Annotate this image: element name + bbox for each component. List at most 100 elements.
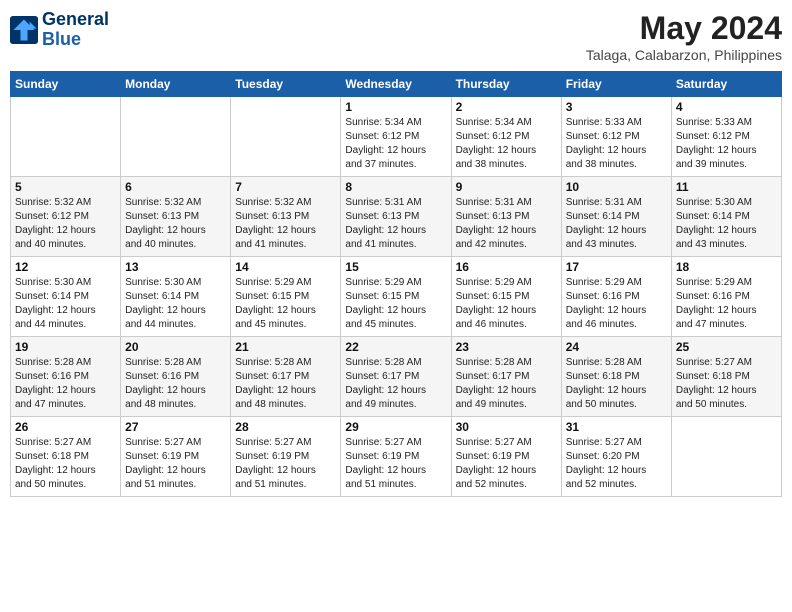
day-info: Sunrise: 5:28 AM Sunset: 6:17 PM Dayligh… [235,356,336,412]
day-info: Sunrise: 5:34 AM Sunset: 6:12 PM Dayligh… [456,116,557,172]
day-number: 29 [345,420,446,434]
calendar-cell: 9 Sunrise: 5:31 AM Sunset: 6:13 PM Daylig… [451,177,561,257]
day-number: 28 [235,420,336,434]
calendar-cell: 15Sunrise: 5:29 AM Sunset: 6:15 PM Dayli… [341,257,451,337]
day-info: Sunrise: 5:31 AM Sunset: 6:13 PM Dayligh… [456,196,557,252]
day-number: 13 [125,260,226,274]
calendar-cell [231,97,341,177]
weekday-header: Wednesday [341,72,451,97]
weekday-header: Tuesday [231,72,341,97]
calendar-subtitle: Talaga, Calabarzon, Philippines [586,47,782,63]
day-info: Sunrise: 5:30 AM Sunset: 6:14 PM Dayligh… [676,196,777,252]
day-info: Sunrise: 5:30 AM Sunset: 6:14 PM Dayligh… [125,276,226,332]
calendar-cell: 5 Sunrise: 5:32 AM Sunset: 6:12 PM Daylig… [11,177,121,257]
calendar-week-row: 12 Sunrise: 5:30 AM Sunset: 6:14 PM Dayli… [11,257,782,337]
weekday-header: Sunday [11,72,121,97]
day-number: 8 [345,180,446,194]
day-number: 14 [235,260,336,274]
day-info: Sunrise: 5:28 AM Sunset: 6:17 PM Dayligh… [456,356,557,412]
day-info: Sunrise: 5:32 AM Sunset: 6:12 PM Dayligh… [15,196,116,252]
day-info: Sunrise: 5:29 AM Sunset: 6:15 PM Dayligh… [456,276,557,332]
calendar-cell: 16 Sunrise: 5:29 AM Sunset: 6:15 PM Dayli… [451,257,561,337]
day-info: Sunrise: 5:29 AM Sunset: 6:15 PM Dayligh… [235,276,336,332]
day-info: Sunrise: 5:27 AM Sunset: 6:18 PM Dayligh… [676,356,777,412]
day-number: 26 [15,420,116,434]
weekday-header: Saturday [671,72,781,97]
calendar-cell: 17Sunrise: 5:29 AM Sunset: 6:16 PM Dayli… [561,257,671,337]
logo-icon [10,16,38,44]
day-info: Sunrise: 5:28 AM Sunset: 6:16 PM Dayligh… [15,356,116,412]
title-area: May 2024 Talaga, Calabarzon, Philippines [586,10,782,63]
day-number: 19 [15,340,116,354]
day-number: 11 [676,180,777,194]
day-info: Sunrise: 5:33 AM Sunset: 6:12 PM Dayligh… [566,116,667,172]
calendar-title: May 2024 [586,10,782,47]
calendar-cell: 28 Sunrise: 5:27 AM Sunset: 6:19 PM Dayli… [231,417,341,497]
calendar-week-row: 5 Sunrise: 5:32 AM Sunset: 6:12 PM Daylig… [11,177,782,257]
calendar-cell: 22Sunrise: 5:28 AM Sunset: 6:17 PM Dayli… [341,337,451,417]
calendar-cell: 30 Sunrise: 5:27 AM Sunset: 6:19 PM Dayli… [451,417,561,497]
day-info: Sunrise: 5:33 AM Sunset: 6:12 PM Dayligh… [676,116,777,172]
calendar-cell: 13 Sunrise: 5:30 AM Sunset: 6:14 PM Dayli… [121,257,231,337]
day-info: Sunrise: 5:28 AM Sunset: 6:18 PM Dayligh… [566,356,667,412]
calendar-header: SundayMondayTuesdayWednesdayThursdayFrid… [11,72,782,97]
weekday-header: Friday [561,72,671,97]
day-info: Sunrise: 5:28 AM Sunset: 6:16 PM Dayligh… [125,356,226,412]
day-info: Sunrise: 5:31 AM Sunset: 6:14 PM Dayligh… [566,196,667,252]
calendar-cell: 26 Sunrise: 5:27 AM Sunset: 6:18 PM Dayli… [11,417,121,497]
day-info: Sunrise: 5:27 AM Sunset: 6:20 PM Dayligh… [566,436,667,492]
calendar-cell: 10 Sunrise: 5:31 AM Sunset: 6:14 PM Dayli… [561,177,671,257]
day-number: 2 [456,100,557,114]
calendar-table: SundayMondayTuesdayWednesdayThursdayFrid… [10,71,782,497]
day-number: 15 [345,260,446,274]
day-number: 30 [456,420,557,434]
day-info: Sunrise: 5:27 AM Sunset: 6:19 PM Dayligh… [235,436,336,492]
calendar-cell: 20 Sunrise: 5:28 AM Sunset: 6:16 PM Dayli… [121,337,231,417]
day-number: 16 [456,260,557,274]
calendar-cell: 19 Sunrise: 5:28 AM Sunset: 6:16 PM Dayli… [11,337,121,417]
calendar-cell: 3 Sunrise: 5:33 AM Sunset: 6:12 PM Daylig… [561,97,671,177]
calendar-week-row: 26 Sunrise: 5:27 AM Sunset: 6:18 PM Dayli… [11,417,782,497]
day-number: 24 [566,340,667,354]
calendar-cell: 2 Sunrise: 5:34 AM Sunset: 6:12 PM Daylig… [451,97,561,177]
day-info: Sunrise: 5:32 AM Sunset: 6:13 PM Dayligh… [235,196,336,252]
calendar-cell [671,417,781,497]
weekday-header: Thursday [451,72,561,97]
calendar-cell: 4 Sunrise: 5:33 AM Sunset: 6:12 PM Daylig… [671,97,781,177]
day-number: 4 [676,100,777,114]
day-number: 10 [566,180,667,194]
day-info: Sunrise: 5:27 AM Sunset: 6:19 PM Dayligh… [456,436,557,492]
calendar-cell: 11 Sunrise: 5:30 AM Sunset: 6:14 PM Dayli… [671,177,781,257]
calendar-cell [11,97,121,177]
page-header: General Blue May 2024 Talaga, Calabarzon… [10,10,782,63]
calendar-cell [121,97,231,177]
calendar-cell: 18Sunrise: 5:29 AM Sunset: 6:16 PM Dayli… [671,257,781,337]
day-number: 20 [125,340,226,354]
logo: General Blue [10,10,109,50]
calendar-cell: 24 Sunrise: 5:28 AM Sunset: 6:18 PM Dayli… [561,337,671,417]
day-info: Sunrise: 5:29 AM Sunset: 6:16 PM Dayligh… [566,276,667,332]
calendar-cell: 12Sunrise: 5:30 AM Sunset: 6:14 PM Dayli… [11,257,121,337]
day-info: Sunrise: 5:28 AM Sunset: 6:17 PM Dayligh… [345,356,446,412]
calendar-cell: 8Sunrise: 5:31 AM Sunset: 6:13 PM Daylig… [341,177,451,257]
day-number: 9 [456,180,557,194]
calendar-cell: 25Sunrise: 5:27 AM Sunset: 6:18 PM Dayli… [671,337,781,417]
calendar-cell: 7 Sunrise: 5:32 AM Sunset: 6:13 PM Daylig… [231,177,341,257]
day-number: 31 [566,420,667,434]
day-number: 5 [15,180,116,194]
weekday-header: Monday [121,72,231,97]
day-number: 6 [125,180,226,194]
day-number: 3 [566,100,667,114]
calendar-cell: 21Sunrise: 5:28 AM Sunset: 6:17 PM Dayli… [231,337,341,417]
day-number: 23 [456,340,557,354]
calendar-cell: 1Sunrise: 5:34 AM Sunset: 6:12 PM Daylig… [341,97,451,177]
calendar-week-row: 19 Sunrise: 5:28 AM Sunset: 6:16 PM Dayli… [11,337,782,417]
calendar-cell: 23 Sunrise: 5:28 AM Sunset: 6:17 PM Dayli… [451,337,561,417]
day-number: 7 [235,180,336,194]
day-number: 12 [15,260,116,274]
day-info: Sunrise: 5:27 AM Sunset: 6:19 PM Dayligh… [345,436,446,492]
day-number: 1 [345,100,446,114]
calendar-cell: 31 Sunrise: 5:27 AM Sunset: 6:20 PM Dayli… [561,417,671,497]
day-info: Sunrise: 5:27 AM Sunset: 6:18 PM Dayligh… [15,436,116,492]
day-info: Sunrise: 5:29 AM Sunset: 6:16 PM Dayligh… [676,276,777,332]
